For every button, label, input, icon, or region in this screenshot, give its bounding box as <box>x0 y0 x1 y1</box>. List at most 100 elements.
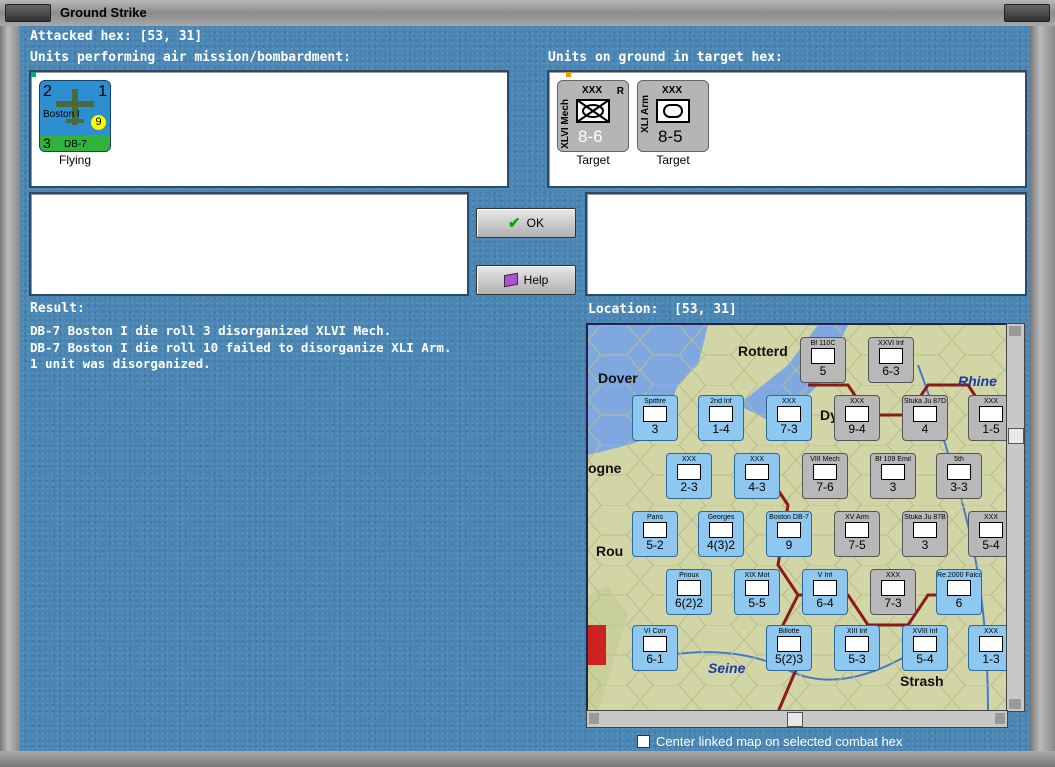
center-linked-checkbox[interactable]: Center linked map on selected combat hex <box>637 734 902 749</box>
unit-range-badge: 9 <box>91 115 106 130</box>
map-vertical-scrollbar[interactable] <box>1006 323 1025 712</box>
map-unit-counter[interactable]: Stuka Ju 87B 3 <box>902 511 948 557</box>
map-place-label: Strash <box>900 673 944 689</box>
map-unit-counter[interactable]: Paris 5-2 <box>632 511 678 557</box>
air-units-header: Units performing air mission/bombardment… <box>30 50 351 65</box>
map-unit-counter[interactable]: XV Arm 7-5 <box>834 511 880 557</box>
map-unit-counter[interactable]: XIII Inf 5-3 <box>834 625 880 671</box>
result-line: 1 unit was disorganized. <box>30 356 211 371</box>
map-unit-counter[interactable]: XXX 2-3 <box>666 453 712 499</box>
unit-symbol-icon <box>845 636 869 652</box>
unit-name: XLVI Mech <box>560 99 571 149</box>
center-linked-label: Center linked map on selected combat hex <box>656 734 903 749</box>
scroll-up-arrow[interactable] <box>1009 326 1021 336</box>
map-unit-counter[interactable]: XXX 7-3 <box>870 569 916 615</box>
ground-unit-counter-2[interactable]: XLI Arm XXX 8-5 Target <box>637 80 709 167</box>
unit-type: DB-7 <box>64 139 87 150</box>
map-unit-counter[interactable]: Boston DB-7 9 <box>766 511 812 557</box>
map-unit-counter[interactable]: 2nd Inf 1-4 <box>698 395 744 441</box>
counter-label: XXX <box>749 456 764 463</box>
scroll-thumb[interactable] <box>787 712 803 727</box>
system-menu-button[interactable] <box>5 4 51 22</box>
map-unit-counter[interactable]: XXX 1-3 <box>968 625 1006 671</box>
unit-name: XLI Arm <box>640 95 651 133</box>
map-unit-counter[interactable]: XXVI Inf 6-3 <box>868 337 914 383</box>
checkbox-box[interactable] <box>637 735 650 748</box>
unit-symbol-icon <box>709 522 733 538</box>
ok-button[interactable]: ✔ OK <box>476 208 576 238</box>
map-unit-counter[interactable]: Spitfire 3 <box>632 395 678 441</box>
frame-bottom <box>0 751 1055 767</box>
map-unit-counter[interactable]: VI Corr 6-1 <box>632 625 678 671</box>
counter-label: Stuka Ju 87B <box>904 514 946 521</box>
counter-label: Stuka Ju 87D <box>903 398 947 405</box>
map-unit-counter[interactable]: XIX Mot 5-5 <box>734 569 780 615</box>
ground-unit-counter-1[interactable]: XLVI Mech XXX R 8-6 Target <box>557 80 629 167</box>
map-horizontal-scrollbar[interactable] <box>586 710 1008 728</box>
unit-status: Flying <box>58 153 91 167</box>
map-unit-counter[interactable]: Re.2000 Falco I 6 <box>936 569 982 615</box>
map-unit-counter[interactable]: V Inf 6-4 <box>802 569 848 615</box>
unit-symbol-icon <box>947 464 971 480</box>
map-unit-counter[interactable]: Bf 109 Emil 3 <box>870 453 916 499</box>
frame-right <box>1030 26 1055 751</box>
counter-label: VI Corr <box>643 628 667 635</box>
scroll-thumb[interactable] <box>1008 428 1024 444</box>
map-place-label: Dover <box>598 370 638 386</box>
counter-value: 1-4 <box>712 422 730 436</box>
help-button[interactable]: Help <box>476 265 576 295</box>
scroll-right-arrow[interactable] <box>995 713 1005 724</box>
counter-label: Spitfire <box>644 398 666 405</box>
ground-units-list[interactable]: XLVI Mech XXX R 8-6 Target XLI Arm XXX 8… <box>547 70 1027 188</box>
scroll-left-arrow[interactable] <box>589 713 599 724</box>
counter-value: 3 <box>921 538 929 552</box>
unit-symbol-icon <box>813 464 837 480</box>
close-button[interactable] <box>1004 4 1050 22</box>
map-unit-counter[interactable]: 5th 3-3 <box>936 453 982 499</box>
attacked-hex-value: [53, 31] <box>139 29 203 44</box>
unit-symbol-icon <box>745 464 769 480</box>
unit-symbol-icon <box>709 406 733 422</box>
counter-value: 5-3 <box>848 652 866 666</box>
unit-symbol-icon <box>745 580 769 596</box>
map-unit-counter[interactable]: XXX 4-3 <box>734 453 780 499</box>
selection-marker <box>566 72 571 77</box>
map-unit-counter[interactable]: XXX 7-3 <box>766 395 812 441</box>
counter-value: 6(2)2 <box>674 596 703 610</box>
map-unit-counter[interactable]: VIII Mech 7-6 <box>802 453 848 499</box>
air-units-list[interactable]: 2 1 Boston I 9 3 DB-7 Flying <box>29 70 509 188</box>
counter-label: XXX <box>681 456 696 463</box>
counter-label: Bf 110C <box>810 340 836 347</box>
counter-value: 4-3 <box>748 480 766 494</box>
unit-symbol-icon <box>947 580 971 596</box>
counter-value: 7-3 <box>780 422 798 436</box>
unit-status: Target <box>656 153 690 167</box>
mini-map[interactable]: RotterdDoverogneRouSeineRhineStrashDyarl… <box>586 323 1008 714</box>
counter-value: 5 <box>819 364 827 378</box>
counter-label: XXX <box>849 398 864 405</box>
scroll-down-arrow[interactable] <box>1009 699 1021 709</box>
unit-symbol-icon <box>845 406 869 422</box>
counter-label: XXX <box>781 398 796 405</box>
counter-label: 2nd Inf <box>710 398 732 405</box>
map-unit-counter[interactable]: XXX 9-4 <box>834 395 880 441</box>
result-line: DB-7 Boston I die roll 3 disorganized XL… <box>30 323 392 338</box>
map-unit-counter[interactable]: XXX 5-4 <box>968 511 1006 557</box>
unit-symbol-icon <box>881 464 905 480</box>
air-unit-counter[interactable]: 2 1 Boston I 9 3 DB-7 Flying <box>39 80 111 167</box>
unit-strength: 8-5 <box>658 127 683 146</box>
map-unit-counter[interactable]: Prioux 6(2)2 <box>666 569 712 615</box>
counter-label: Georges <box>707 514 735 521</box>
map-unit-counter[interactable]: XXX 1-5 <box>968 395 1006 441</box>
counter-label: XXX <box>983 514 998 521</box>
map-unit-counter[interactable]: Bf 110C 5 <box>800 337 846 383</box>
map-unit-counter[interactable]: XVIII Inf 5-4 <box>902 625 948 671</box>
map-unit-counter[interactable]: Billotte 5(2)3 <box>766 625 812 671</box>
map-unit-counter[interactable]: Stuka Ju 87D 4 <box>902 395 948 441</box>
unit-symbol-icon <box>811 348 835 364</box>
counter-value: 7-3 <box>884 596 902 610</box>
counter-label: Paris <box>647 514 663 521</box>
map-unit-counter[interactable]: Georges 4(3)2 <box>698 511 744 557</box>
unit-symbol-icon <box>677 580 701 596</box>
map-place-label: Rou <box>596 543 624 559</box>
